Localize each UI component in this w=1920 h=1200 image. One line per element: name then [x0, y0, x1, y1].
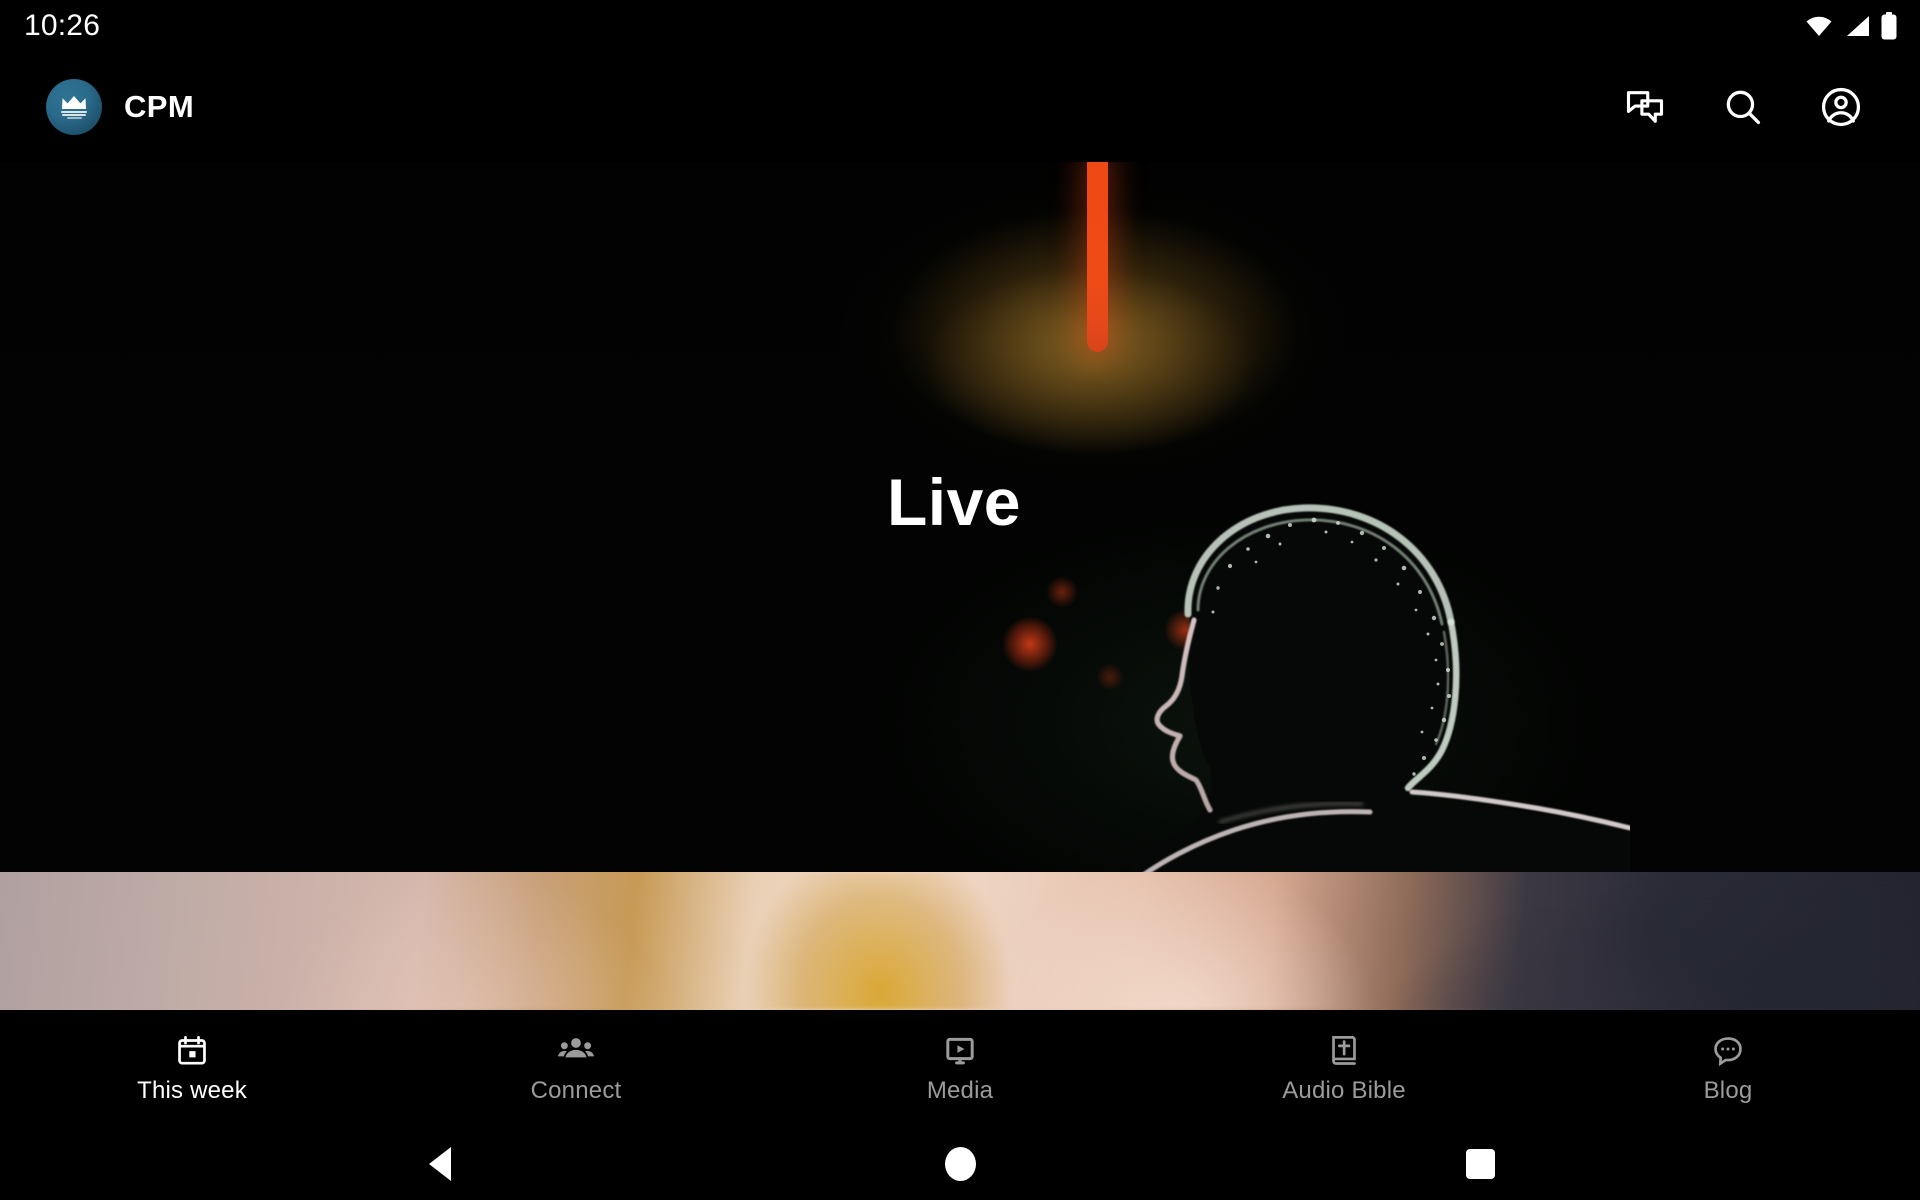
tab-blog[interactable]: Blog: [1536, 1010, 1920, 1128]
app-header: CPM: [0, 52, 1920, 162]
tab-label: Audio Bible: [1282, 1076, 1406, 1104]
wifi-icon: [1804, 14, 1834, 38]
tab-label: This week: [137, 1076, 247, 1104]
recents-button[interactable]: [1440, 1136, 1520, 1192]
crown-logo-icon: [46, 79, 102, 135]
people-group-icon: [558, 1034, 594, 1068]
calendar-icon: [175, 1034, 209, 1068]
search-icon[interactable]: [1720, 84, 1766, 130]
status-bar: 10:26: [0, 0, 1920, 52]
tab-label: Connect: [530, 1076, 622, 1104]
feed-card-live[interactable]: Live: [0, 162, 1920, 872]
tab-audio-bible[interactable]: Audio Bible: [1152, 1010, 1536, 1128]
tab-media[interactable]: Media: [768, 1010, 1152, 1128]
messages-icon[interactable]: [1622, 84, 1668, 130]
brand[interactable]: CPM: [46, 79, 194, 135]
video-monitor-icon: [943, 1034, 977, 1068]
silhouette-figure: [1070, 492, 1630, 872]
comment-dots-icon: [1711, 1034, 1745, 1068]
app-root: 10:26 CPM Live This week Connect Media A…: [0, 0, 1920, 1200]
home-button[interactable]: [920, 1136, 1000, 1192]
feed-card-next[interactable]: [0, 872, 1920, 1010]
android-system-nav: [0, 1128, 1920, 1200]
battery-full-icon: [1880, 12, 1898, 40]
content-feed: Live: [0, 162, 1920, 1010]
bottom-navigation: This week Connect Media Audio Bible Blog: [0, 1010, 1920, 1128]
back-button[interactable]: [400, 1136, 480, 1192]
logo-wordmark: [61, 111, 87, 119]
account-icon[interactable]: [1818, 84, 1864, 130]
hero-background-image: [0, 162, 1920, 872]
circle-home-icon: [944, 1147, 976, 1181]
header-actions: [1622, 84, 1890, 130]
square-recents-icon: [1465, 1149, 1495, 1179]
status-bar-clock: 10:26: [24, 9, 101, 42]
tab-connect[interactable]: Connect: [384, 1010, 768, 1128]
cellular-signal-icon: [1843, 14, 1871, 38]
bible-book-icon: [1328, 1034, 1360, 1068]
status-bar-icons: [1804, 12, 1898, 40]
next-card-background-image: [0, 872, 1920, 1010]
stage-light-bar: [1087, 162, 1108, 352]
tab-label: Blog: [1703, 1076, 1753, 1104]
triangle-back-icon: [429, 1147, 451, 1181]
tab-this-week[interactable]: This week: [0, 1010, 384, 1128]
tab-label: Media: [926, 1076, 994, 1104]
app-title: CPM: [124, 89, 195, 124]
crown-glyph: [62, 96, 86, 109]
